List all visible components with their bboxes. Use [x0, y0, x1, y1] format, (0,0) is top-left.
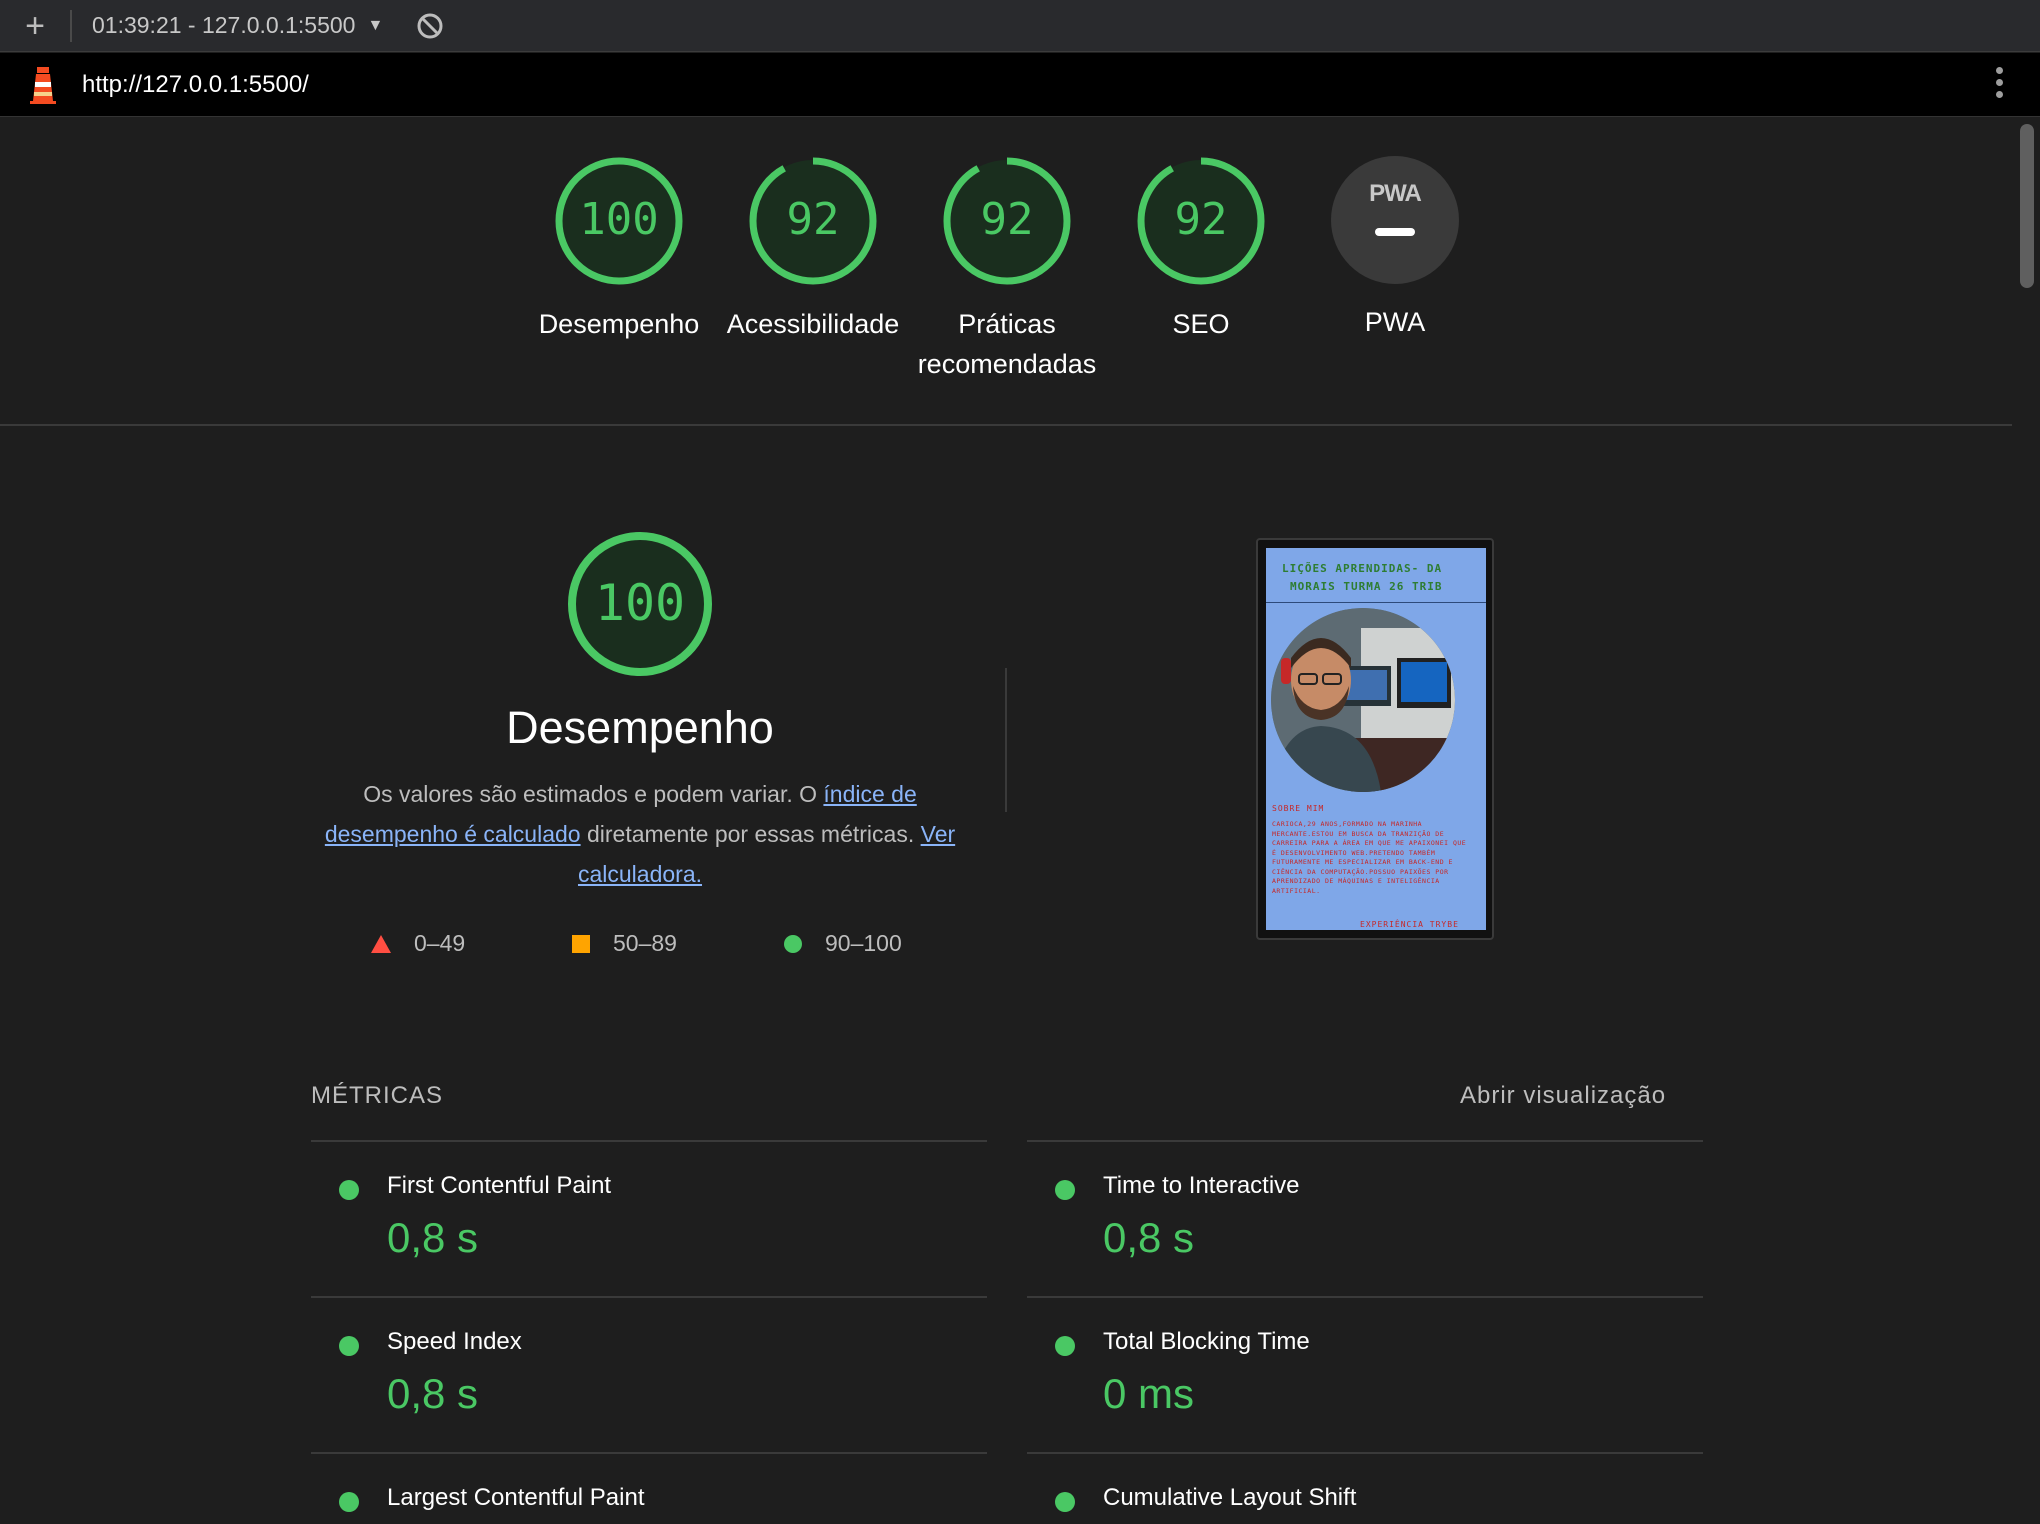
square-average-icon [572, 934, 590, 953]
metric-name: Speed Index [387, 1328, 522, 1355]
legend-range: 90–100 [825, 930, 902, 956]
metric-name: Time to Interactive [1103, 1172, 1300, 1199]
gauge-label: Práticas recomendadas [907, 304, 1107, 384]
circle-pass-icon [784, 934, 802, 953]
metric-value: 0 ms [1103, 1370, 1195, 1417]
section-divider [1005, 668, 1007, 812]
gauge-label: Desempenho [538, 309, 700, 339]
lighthouse-logo-icon [30, 66, 56, 104]
metric-speed-index[interactable]: Speed Index 0,8 s [311, 1296, 987, 1452]
devtools-toolbar: + 01:39:21 - 127.0.0.1:5500 ▼ [0, 0, 2040, 52]
gauge-ring: 92 [1137, 157, 1265, 285]
description-text: Os valores são estimados e podem variar.… [363, 781, 824, 807]
metric-name: Total Blocking Time [1103, 1328, 1310, 1355]
legend-average: 50–89 [571, 930, 677, 957]
metrics-title: MÉTRICAS [311, 1082, 444, 1109]
legend-range: 50–89 [613, 930, 677, 956]
gauge-score: 100 [579, 194, 658, 245]
gauge-seo[interactable]: 92 SEO [1101, 156, 1301, 344]
metric-name: Cumulative Layout Shift [1103, 1484, 1357, 1511]
gauge-performance[interactable]: 100 Desempenho [519, 156, 719, 344]
profile-photo [1271, 608, 1455, 792]
report-url-bar: http://127.0.0.1:5500/ [0, 53, 2040, 117]
caret-down-icon: ▼ [367, 16, 384, 34]
gauge-pwa[interactable]: PWA PWA [1295, 156, 1495, 342]
gauge-score: 92 [981, 194, 1034, 245]
legend-pass: 90–100 [783, 930, 902, 957]
screenshot-body-text: CARIOCA,29 ANOS,FORMADO NA MARINHA MERCA… [1272, 820, 1467, 895]
performance-score: 100 [595, 574, 685, 632]
clear-block-icon[interactable] [415, 11, 445, 41]
metric-name: First Contentful Paint [387, 1172, 612, 1199]
legend-fail: 0–49 [370, 930, 465, 957]
gauge-ring: 100 [555, 157, 683, 285]
gauge-label: SEO [1172, 309, 1230, 339]
gauge-ring: 92 [943, 157, 1071, 285]
pass-dot-icon [1055, 1180, 1075, 1200]
gauge-best-practices[interactable]: 92 Práticas recomendadas [907, 156, 1107, 384]
screenshot-title-line2: MORAIS TURMA 26 TRIB [1290, 580, 1443, 593]
pwa-badge-text: PWA [1369, 180, 1422, 207]
description-text: diretamente por essas métricas. [580, 821, 921, 847]
metrics-view-toggle[interactable]: Abrir visualização [1460, 1082, 1666, 1110]
screenshot-title: LIÇÕES APRENDIDAS- DA MORAIS TURMA 26 TR… [1266, 560, 1486, 596]
metric-value: 0,8 s [1103, 1214, 1195, 1261]
scrollbar-track[interactable] [2012, 118, 2040, 1524]
gauge-label: PWA [1364, 307, 1426, 337]
metric-first-contentful-paint[interactable]: First Contentful Paint 0,8 s [311, 1140, 987, 1296]
pass-dot-icon [1055, 1336, 1075, 1356]
new-report-button[interactable]: + [0, 0, 70, 52]
metric-time-to-interactive[interactable]: Time to Interactive 0,8 s [1027, 1140, 1703, 1296]
report-selector-label: 01:39:21 - 127.0.0.1:5500 [92, 12, 356, 38]
pass-dot-icon [339, 1336, 359, 1356]
category-gauges: 100 Desempenho 92 Acessibilidade 92 Prát… [0, 118, 2012, 426]
performance-description: Os valores são estimados e podem variar.… [320, 774, 960, 894]
legend-range: 0–49 [414, 930, 466, 956]
triangle-fail-icon [371, 934, 391, 953]
pwa-dash [1375, 228, 1415, 236]
screenshot-title-line1: LIÇÕES APRENDIDAS- DA [1282, 562, 1443, 575]
report-selector[interactable]: 01:39:21 - 127.0.0.1:5500 ▼ [92, 12, 383, 39]
scrollbar-thumb[interactable] [2020, 124, 2034, 288]
screenshot-page: LIÇÕES APRENDIDAS- DA MORAIS TURMA 26 TR… [1266, 548, 1486, 930]
metric-largest-contentful-paint[interactable]: Largest Contentful Paint [311, 1452, 987, 1524]
pass-dot-icon [1055, 1492, 1075, 1512]
more-options-icon[interactable] [1994, 67, 2004, 103]
metric-name: Largest Contentful Paint [387, 1484, 645, 1511]
gauge-label-line1: Práticas [958, 309, 1056, 339]
report-url[interactable]: http://127.0.0.1:5500/ [82, 71, 309, 99]
gauge-score: 92 [1175, 194, 1228, 245]
toolbar-separator [70, 9, 72, 42]
screenshot-section-title: SOBRE MIM [1272, 804, 1325, 813]
performance-gauge: 100 [568, 532, 712, 676]
gauge-score: 92 [787, 194, 840, 245]
screenshot-divider [1266, 602, 1486, 603]
profile-photo-image [1271, 608, 1455, 792]
screenshot-footer-text: EXPERIÊNCIA TRYBE [1360, 920, 1459, 929]
metric-value: 0,8 s [387, 1370, 479, 1417]
gauge-label: Acessibilidade [726, 309, 900, 339]
final-screenshot[interactable]: LIÇÕES APRENDIDAS- DA MORAIS TURMA 26 TR… [1256, 538, 1494, 940]
pwa-badge-icon: PWA [1331, 156, 1459, 284]
pass-dot-icon [339, 1492, 359, 1512]
performance-title: Desempenho [506, 702, 774, 753]
metric-cumulative-layout-shift[interactable]: Cumulative Layout Shift [1027, 1452, 1703, 1524]
gauge-label-line2: recomendadas [917, 349, 1097, 379]
gauge-ring: 92 [749, 157, 877, 285]
gauge-accessibility[interactable]: 92 Acessibilidade [713, 156, 913, 344]
metric-total-blocking-time[interactable]: Total Blocking Time 0 ms [1027, 1296, 1703, 1452]
pass-dot-icon [339, 1180, 359, 1200]
metric-value: 0,8 s [387, 1214, 479, 1261]
